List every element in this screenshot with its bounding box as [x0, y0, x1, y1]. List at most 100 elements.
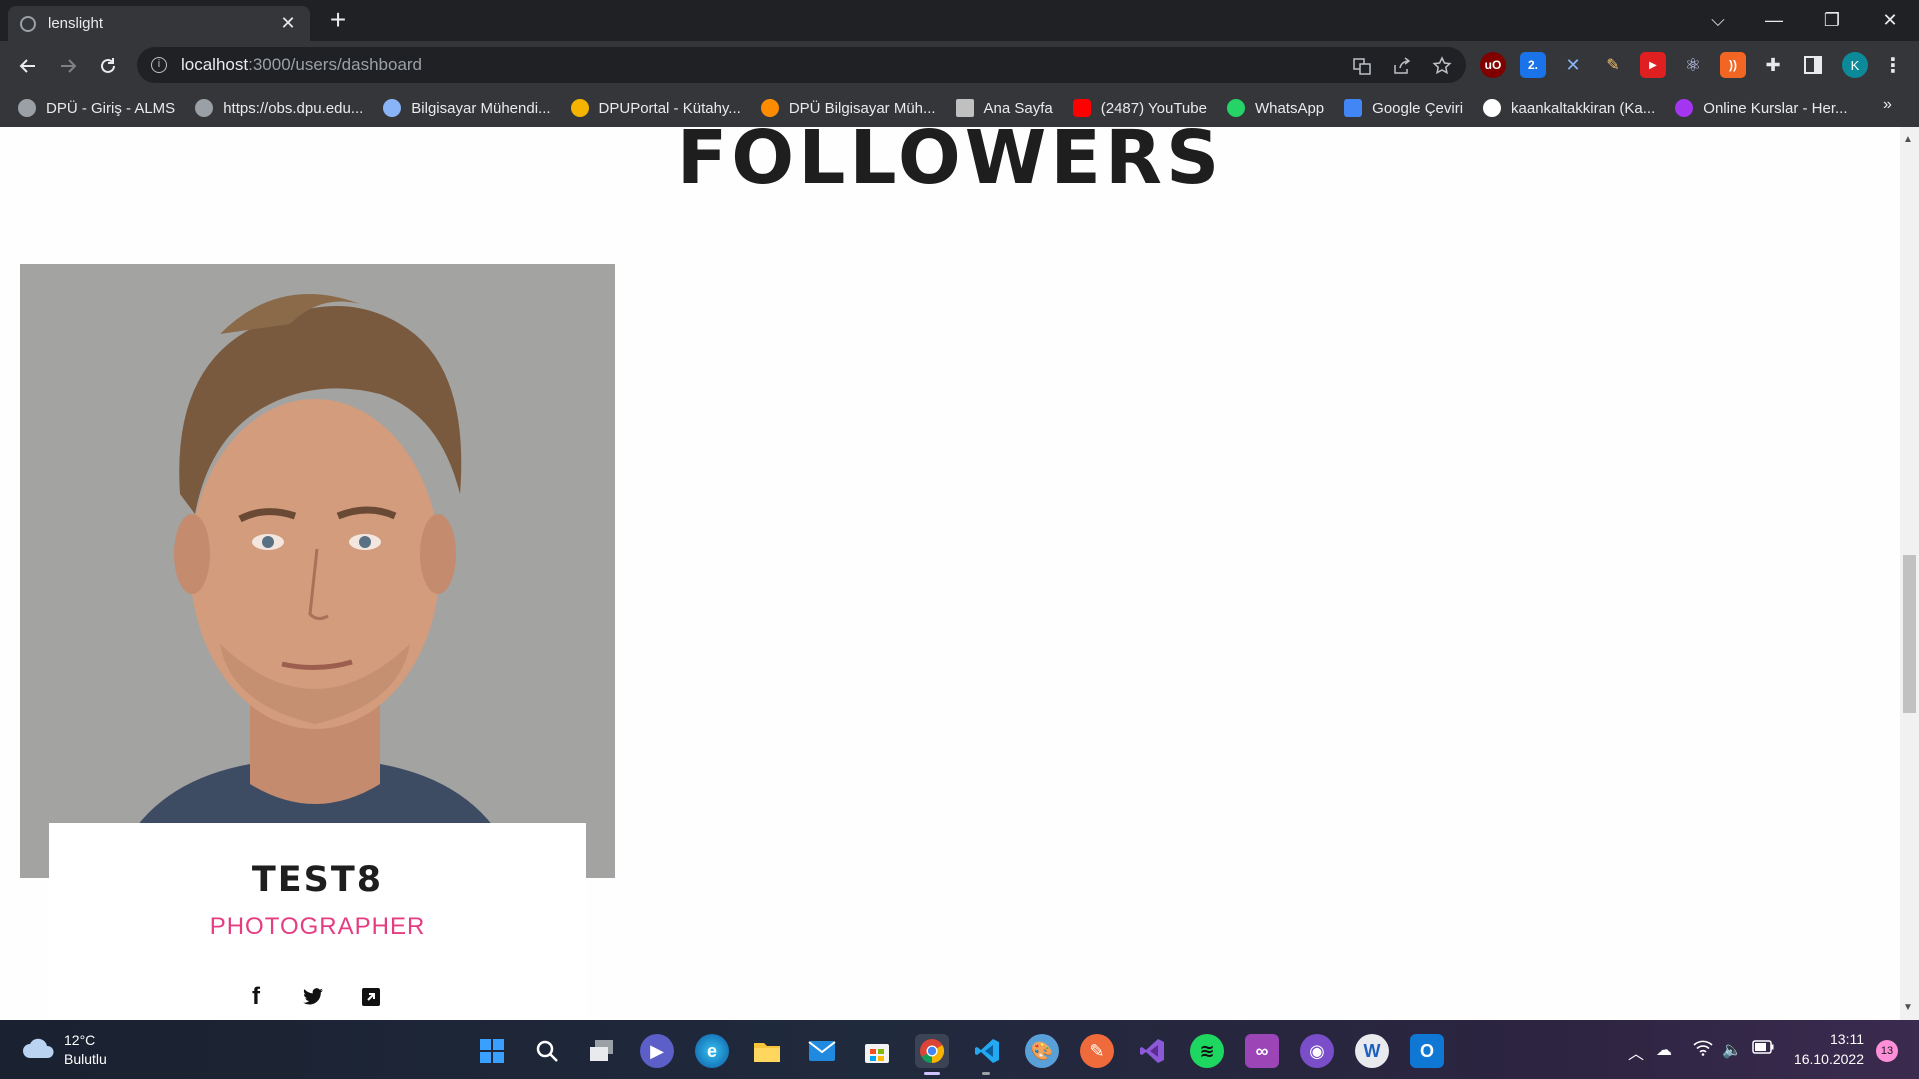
mail-icon[interactable]	[805, 1034, 839, 1068]
react-devtools-icon[interactable]: ⚛	[1680, 52, 1706, 78]
speaker-icon[interactable]: 🔈	[1722, 1040, 1742, 1060]
teams-chat-icon[interactable]: ▶	[640, 1034, 674, 1068]
page-viewport: FOLLOWERS TEST8 PHOTOGRAPHER f	[0, 127, 1900, 1020]
bookmark-favicon-icon	[195, 99, 214, 117]
weather-temperature[interactable]: 12°C	[64, 1032, 95, 1048]
udemy-icon	[1675, 99, 1694, 117]
google-translate-icon	[1344, 99, 1363, 117]
clock-time[interactable]: 13:11	[1810, 1031, 1864, 1047]
scroll-down-icon[interactable]: ▼	[1903, 1002, 1913, 1013]
bookmark-item[interactable]: Online Kurslar - Her...	[1675, 99, 1848, 117]
side-panel-icon[interactable]	[1800, 52, 1826, 78]
back-button[interactable]	[12, 50, 44, 82]
github-desktop-icon[interactable]: ◉	[1300, 1034, 1334, 1068]
bookmark-item[interactable]: DPUPortal - Kütahy...	[570, 99, 741, 117]
visual-studio-icon[interactable]	[1135, 1034, 1169, 1068]
bookmark-favicon-icon	[18, 99, 36, 117]
vscode-icon[interactable]	[970, 1034, 1004, 1068]
bookmark-star-icon[interactable]	[1430, 54, 1454, 78]
puzzle-icon[interactable]: ✚	[1760, 52, 1786, 78]
clock-date[interactable]: 16.10.2022	[1790, 1051, 1864, 1067]
tab-search-icon[interactable]: ⌵	[1690, 0, 1746, 41]
cloud-icon[interactable]	[22, 1037, 56, 1059]
address-path: :3000/users/dashboard	[248, 55, 423, 74]
minimize-button[interactable]: —	[1746, 0, 1802, 41]
external-link-icon[interactable]	[357, 983, 385, 1011]
restore-button[interactable]: ❐	[1804, 0, 1860, 41]
profile-avatar[interactable]: K	[1842, 52, 1868, 78]
forward-button[interactable]	[52, 50, 84, 82]
rss-icon[interactable]: ))	[1720, 52, 1746, 78]
bookmark-item[interactable]: DPÜ Bilgisayar Müh...	[760, 99, 936, 117]
bookmark-favicon-icon	[955, 99, 974, 117]
youtube-ext-icon[interactable]: ▶	[1640, 52, 1666, 78]
chrome-icon[interactable]	[915, 1034, 949, 1068]
whatsapp-icon	[1226, 99, 1245, 117]
facebook-icon[interactable]: f	[242, 983, 270, 1011]
bookmark-item[interactable]: kaankaltakkiran (Ka...	[1483, 99, 1655, 117]
onedrive-icon[interactable]: ☁	[1656, 1040, 1672, 1060]
translate-icon[interactable]	[1350, 54, 1374, 78]
bookmark-item[interactable]: DPÜ - Giriş - ALMS	[18, 99, 175, 117]
reload-button[interactable]	[92, 50, 124, 82]
page-title: FOLLOWERS	[676, 127, 1224, 201]
bookmarks-overflow-button[interactable]: »	[1883, 96, 1892, 114]
weather-description[interactable]: Bulutlu	[64, 1051, 107, 1067]
globe-icon	[20, 15, 36, 32]
arduino-icon[interactable]: ∞	[1245, 1034, 1279, 1068]
wifi-icon[interactable]	[1693, 1040, 1713, 1061]
chevron-up-icon[interactable]: ︿	[1628, 1040, 1644, 1064]
ext-2el-icon[interactable]: 2.	[1520, 52, 1546, 78]
follower-photo	[20, 264, 615, 878]
follower-role: PHOTOGRAPHER	[209, 913, 426, 940]
outlook-icon[interactable]: O	[1410, 1034, 1444, 1068]
bookmark-favicon-icon	[760, 99, 779, 117]
file-explorer-icon[interactable]	[750, 1034, 784, 1068]
pencil-icon[interactable]: ✎	[1600, 52, 1626, 78]
bookmarks-bar: DPÜ - Giriş - ALMS https://obs.dpu.edu..…	[0, 89, 1919, 127]
address-host: localhost	[181, 55, 249, 74]
ublock-icon[interactable]: uO	[1480, 52, 1506, 78]
arrow-left-icon	[19, 59, 35, 73]
github-icon	[1483, 99, 1502, 117]
follower-card: TEST8 PHOTOGRAPHER f	[49, 823, 586, 1020]
twitter-icon[interactable]	[299, 983, 327, 1011]
word-app-icon[interactable]: W	[1355, 1034, 1389, 1068]
notification-badge[interactable]: 13	[1876, 1040, 1898, 1062]
bookmark-item[interactable]: Google Çeviri	[1344, 99, 1463, 117]
tab-title: lenslight	[48, 15, 104, 32]
site-info-icon[interactable]: i	[151, 57, 167, 73]
microsoft-store-icon[interactable]	[860, 1034, 894, 1068]
bookmark-favicon-icon	[383, 99, 402, 117]
bookmark-item[interactable]: (2487) YouTube	[1072, 99, 1207, 117]
task-view-icon[interactable]	[585, 1034, 619, 1068]
tools-icon[interactable]: ✕	[1560, 52, 1586, 78]
close-window-button[interactable]: ✕	[1862, 0, 1918, 41]
address-bar[interactable]: i localhost:3000/users/dashboard	[137, 47, 1466, 83]
share-icon[interactable]	[1390, 54, 1414, 78]
search-icon[interactable]	[530, 1034, 564, 1068]
scroll-up-icon[interactable]: ▲	[1903, 134, 1913, 145]
follower-name: TEST8	[251, 860, 384, 900]
bookmark-item[interactable]: Bilgisayar Mühendi...	[383, 99, 551, 117]
windows-start-icon[interactable]	[475, 1034, 509, 1068]
tab-close-button[interactable]: ✕	[278, 13, 298, 34]
edge-icon[interactable]: e	[695, 1034, 729, 1068]
bookmark-favicon-icon	[570, 99, 589, 117]
new-tab-button[interactable]: +	[324, 6, 352, 34]
battery-icon[interactable]	[1752, 1040, 1774, 1059]
bookmark-item[interactable]: https://obs.dpu.edu...	[195, 99, 363, 117]
paint-icon[interactable]: 🎨	[1025, 1034, 1059, 1068]
menu-kebab-icon[interactable]: ⋮	[1880, 52, 1906, 78]
youtube-icon	[1072, 99, 1091, 117]
chrome-active-indicator	[924, 1072, 940, 1075]
scrollbar-thumb[interactable]	[1903, 555, 1916, 713]
spotify-icon[interactable]: ≋	[1190, 1034, 1224, 1068]
bookmark-item[interactable]: WhatsApp	[1226, 99, 1324, 117]
reload-icon	[101, 58, 115, 73]
vscode-running-indicator	[982, 1072, 990, 1075]
arrow-right-icon	[61, 59, 77, 73]
bookmark-item[interactable]: Ana Sayfa	[955, 99, 1053, 117]
postman-icon[interactable]: ✎	[1080, 1034, 1114, 1068]
browser-tab[interactable]: lenslight ✕	[8, 6, 310, 41]
